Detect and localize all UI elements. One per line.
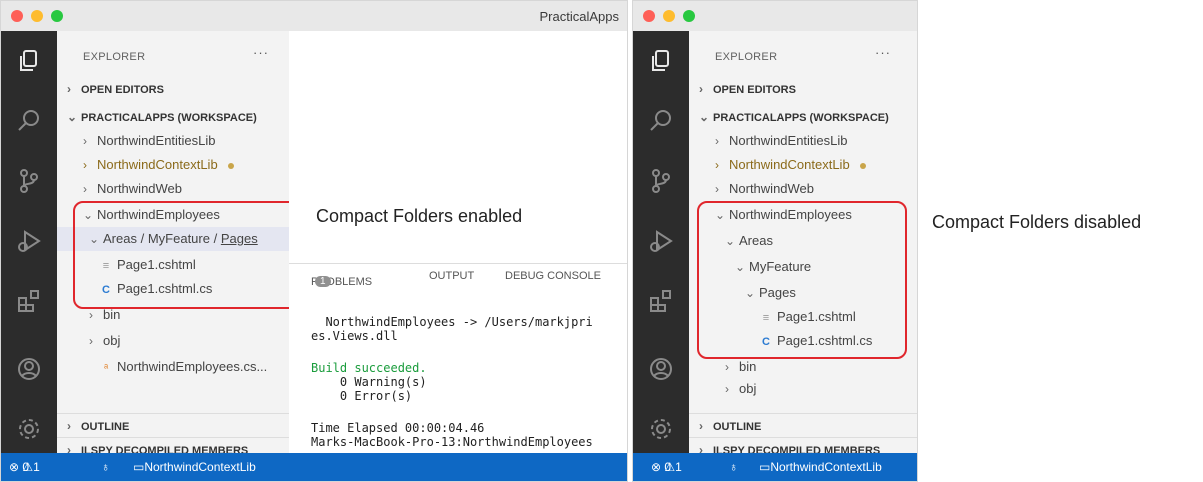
tree-item-project[interactable]: › NorthwindWeb: [57, 177, 289, 201]
compact-highlight-box: [73, 201, 299, 309]
terminal-line: Time Elapsed 00:00:04.46: [311, 421, 485, 435]
workspace-section[interactable]: ⌄ PRACTICALAPPS (WORKSPACE): [689, 105, 917, 129]
chevron-right-icon: ›: [89, 334, 93, 348]
modified-dot-icon: [227, 162, 234, 169]
tab-output[interactable]: OUTPUT: [429, 270, 474, 282]
editor-area: PROBLEMS 1 OUTPUT DEBUG CONSOLE Northwind…: [289, 31, 627, 453]
branch-status[interactable]: ▭ NorthwindContextLib: [759, 453, 882, 481]
tab-debug-console[interactable]: DEBUG CONSOLE: [505, 270, 601, 282]
activity-bar: [633, 31, 689, 455]
chevron-right-icon: ›: [699, 443, 703, 453]
chevron-down-icon: ⌄: [67, 110, 78, 124]
workspace-section[interactable]: ⌄ PRACTICALAPPS (WORKSPACE): [57, 105, 289, 129]
problems-count-badge: 1: [315, 276, 331, 287]
ilspy-section[interactable]: › ILSPY DECOMPILED MEMBERS: [689, 437, 917, 453]
extensions-icon[interactable]: [647, 287, 675, 315]
terminal-line-success: Build succeeded.: [311, 361, 427, 375]
modified-dot-icon: [859, 162, 866, 169]
chevron-right-icon: ›: [699, 82, 703, 96]
outline-section[interactable]: › OUTLINE: [57, 413, 289, 438]
chevron-right-icon: ›: [699, 419, 703, 433]
search-icon[interactable]: [647, 107, 675, 135]
activity-bar: [1, 31, 57, 455]
chevron-right-icon: ›: [715, 134, 719, 148]
tree-item-project-modified[interactable]: › NorthwindContextLib: [689, 153, 917, 177]
title-bar: [633, 1, 917, 32]
outline-section[interactable]: › OUTLINE: [689, 413, 917, 438]
folder-item-obj[interactable]: › obj: [57, 329, 289, 353]
close-window-button[interactable]: [11, 10, 23, 22]
chevron-right-icon: ›: [715, 182, 719, 196]
source-control-icon[interactable]: [15, 167, 43, 195]
search-icon[interactable]: [15, 107, 43, 135]
maximize-window-button[interactable]: [51, 10, 63, 22]
explorer-header: EXPLORER: [715, 51, 778, 63]
terminal-line: Marks-MacBook-Pro-13:NorthwindEmployees: [311, 435, 593, 449]
chevron-right-icon: ›: [83, 158, 87, 172]
tree-item-project-modified[interactable]: › NorthwindContextLib: [57, 153, 289, 177]
terminal-line: 0 Warning(s): [311, 375, 427, 389]
panel-tabs: PROBLEMS 1 OUTPUT DEBUG CONSOLE: [289, 263, 627, 288]
maximize-window-button[interactable]: [683, 10, 695, 22]
terminal-line: NorthwindEmployees -> /Users/markjpri: [311, 315, 593, 329]
run-debug-icon[interactable]: [15, 227, 43, 255]
ilspy-section[interactable]: › ILSPY DECOMPILED MEMBERS: [57, 437, 289, 453]
chevron-right-icon: ›: [83, 182, 87, 196]
more-actions-icon[interactable]: ···: [875, 45, 891, 60]
caption-disabled: Compact Folders disabled: [932, 212, 1142, 232]
settings-gear-icon[interactable]: [647, 415, 675, 443]
extensions-icon[interactable]: [15, 287, 43, 315]
close-window-button[interactable]: [643, 10, 655, 22]
rss-file-icon: ᵃ: [103, 362, 109, 374]
run-debug-icon[interactable]: [647, 227, 675, 255]
settings-gear-icon[interactable]: [15, 415, 43, 443]
explorer-header: EXPLORER: [83, 51, 146, 63]
tree-item-project[interactable]: › NorthwindEntitiesLib: [689, 129, 917, 153]
minimize-window-button[interactable]: [31, 10, 43, 22]
source-control-icon[interactable]: [647, 167, 675, 195]
sync-icon[interactable]: ♁: [101, 453, 110, 481]
tree-item-project[interactable]: › NorthwindEntitiesLib: [57, 129, 289, 153]
chevron-right-icon: ›: [715, 158, 719, 172]
disabled-highlight-box: [697, 201, 907, 359]
explorer-icon[interactable]: [647, 47, 675, 75]
terminal-line: 0 Error(s): [311, 389, 413, 403]
chevron-right-icon: ›: [83, 134, 87, 148]
status-bar: ⊗ 0 ⚠ 1 ♁ ▭ NorthwindContextLib: [633, 453, 917, 481]
terminal-line: es.Views.dll: [311, 329, 398, 343]
open-editors-section[interactable]: › OPEN EDITORS: [689, 77, 917, 101]
minimize-window-button[interactable]: [663, 10, 675, 22]
vscode-window-compact-enabled: PracticalApps EXPLORER ··· › OPEN EDITORS…: [0, 0, 628, 482]
folder-item-obj[interactable]: › obj: [689, 377, 917, 401]
status-bar: ⊗ 0 ⚠ 1 ♁ ▭ NorthwindContextLib: [1, 453, 627, 481]
sync-icon[interactable]: ♁: [729, 453, 738, 481]
tree-item-project[interactable]: › NorthwindWeb: [689, 177, 917, 201]
file-item-csproj[interactable]: ᵃ NorthwindEmployees.cs...: [57, 355, 289, 379]
caption-enabled: Compact Folders enabled: [316, 206, 523, 226]
open-editors-section[interactable]: › OPEN EDITORS: [57, 77, 289, 101]
explorer-icon[interactable]: [15, 47, 43, 75]
chevron-right-icon: ›: [67, 443, 71, 453]
account-icon[interactable]: [15, 355, 43, 383]
branch-status[interactable]: ▭ NorthwindContextLib: [133, 453, 256, 481]
vscode-window-compact-disabled: EXPLORER ··· › OPEN EDITORS ⌄ PRACTICALAPP…: [632, 0, 918, 482]
problems-status[interactable]: ⊗ 0 ⚠ 1: [9, 453, 40, 481]
window-title: PracticalApps: [539, 9, 619, 24]
account-icon[interactable]: [647, 355, 675, 383]
more-actions-icon[interactable]: ···: [253, 45, 269, 60]
title-bar: PracticalApps: [1, 1, 627, 32]
chevron-right-icon: ›: [67, 419, 71, 433]
chevron-right-icon: ›: [67, 82, 71, 96]
problems-status[interactable]: ⊗ 0 ⚠ 1: [651, 453, 682, 481]
chevron-right-icon: ›: [725, 382, 729, 396]
chevron-down-icon: ⌄: [699, 110, 710, 124]
